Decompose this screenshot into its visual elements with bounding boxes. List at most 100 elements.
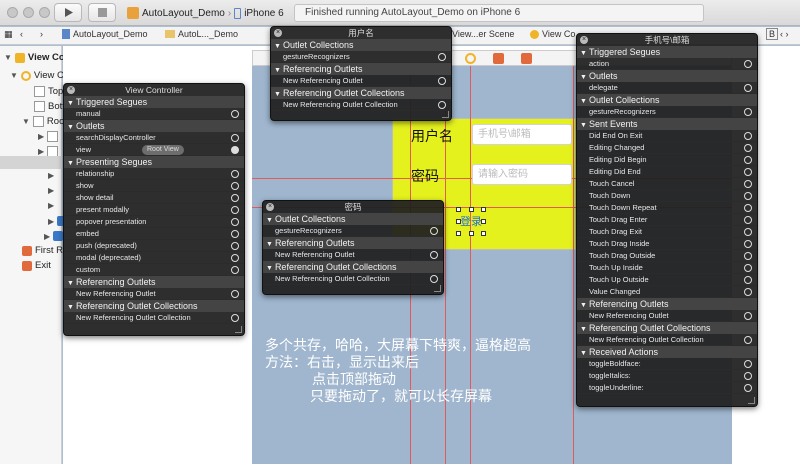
scene-dock-first-responder-icon[interactable] bbox=[493, 53, 504, 64]
connection-circle-icon[interactable] bbox=[744, 276, 752, 284]
back-arrow-icon[interactable]: ‹ bbox=[20, 29, 23, 39]
connection-row-view[interactable]: view Root View bbox=[64, 144, 244, 156]
connection-circle-icon[interactable] bbox=[744, 312, 752, 320]
connection-circle-icon[interactable] bbox=[744, 360, 752, 368]
connection-circle-icon[interactable] bbox=[231, 314, 239, 322]
section-header-sent-events[interactable]: ▼ Sent Events bbox=[577, 118, 757, 130]
scheme-selector[interactable]: AutoLayout_Demo › iPhone 6 bbox=[127, 4, 284, 22]
jumpbar-item-vc[interactable]: View Co bbox=[530, 29, 575, 39]
connection-circle-icon[interactable] bbox=[231, 182, 239, 190]
connection-row-embed[interactable]: embed bbox=[64, 228, 244, 240]
section-header-referencing-outlet-collections[interactable]: ▼ Referencing Outlet Collections bbox=[64, 300, 244, 312]
connection-row-new-referencing-outlet[interactable]: New Referencing Outlet bbox=[64, 288, 244, 300]
section-header-referencing-outlet-collections[interactable]: ▼ Referencing Outlet Collections bbox=[271, 87, 451, 99]
connection-row-touch-drag-inside[interactable]: Touch Drag Inside bbox=[577, 238, 757, 250]
section-header-referencing-outlet-collections[interactable]: ▼ Referencing Outlet Collections bbox=[263, 261, 443, 273]
panel-title-bar[interactable]: × 用户名 bbox=[271, 27, 451, 39]
connection-row-new-referencing-outlet-collection[interactable]: New Referencing Outlet Collection bbox=[577, 334, 757, 346]
resize-handle[interactable] bbox=[469, 231, 474, 236]
connection-target-pill[interactable]: Root View bbox=[142, 145, 184, 155]
connection-circle-icon[interactable] bbox=[744, 252, 752, 260]
connection-row-editing-changed[interactable]: Editing Changed bbox=[577, 142, 757, 154]
resize-handle[interactable] bbox=[469, 207, 474, 212]
connection-row-new-referencing-outlet[interactable]: New Referencing Outlet bbox=[271, 75, 451, 87]
jumpbar-item-scene[interactable]: View...er Scene bbox=[452, 29, 514, 39]
connection-row-manual[interactable]: manual bbox=[64, 108, 244, 120]
section-header-outlet-collections[interactable]: ▼ Outlet Collections bbox=[271, 39, 451, 51]
connection-row-custom[interactable]: custom bbox=[64, 264, 244, 276]
connection-circle-icon[interactable] bbox=[231, 290, 239, 298]
connection-row-popover-presentation[interactable]: popover presentation bbox=[64, 216, 244, 228]
jumpbar-item-group[interactable]: AutoL..._Demo bbox=[165, 29, 238, 39]
grid-icon[interactable]: ▦ bbox=[4, 29, 13, 40]
connection-row-touch-down[interactable]: Touch Down bbox=[577, 190, 757, 202]
resize-handle[interactable] bbox=[481, 207, 486, 212]
section-header-outlets[interactable]: ▼ Outlets bbox=[577, 70, 757, 82]
panel-title-bar[interactable]: × 密码 bbox=[263, 201, 443, 213]
connection-row-editing-did-end[interactable]: Editing Did End bbox=[577, 166, 757, 178]
connection-row-touch-down-repeat[interactable]: Touch Down Repeat bbox=[577, 202, 757, 214]
outline-selected-row[interactable] bbox=[0, 156, 62, 169]
section-header-received-actions[interactable]: ▼ Received Actions bbox=[577, 346, 757, 358]
connection-row-touch-drag-outside[interactable]: Touch Drag Outside bbox=[577, 250, 757, 262]
connection-circle-icon[interactable] bbox=[231, 230, 239, 238]
outline-first-responder[interactable]: First R bbox=[22, 245, 63, 256]
connection-circle-icon[interactable] bbox=[438, 101, 446, 109]
close-icon[interactable]: × bbox=[274, 29, 282, 37]
connection-row-relationship[interactable]: relationship bbox=[64, 168, 244, 180]
outline-constraints[interactable]: ▶ bbox=[44, 231, 64, 241]
jumpbar-item-project[interactable]: AutoLayout_Demo bbox=[62, 29, 148, 39]
outline-child-5[interactable]: ▶ bbox=[48, 201, 54, 210]
section-header-referencing-outlets[interactable]: ▼ Referencing Outlets bbox=[271, 63, 451, 75]
connection-row-touch-drag-enter[interactable]: Touch Drag Enter bbox=[577, 214, 757, 226]
resize-grip-icon[interactable] bbox=[235, 326, 242, 333]
connection-row-did-end-on-exit[interactable]: Did End On Exit bbox=[577, 130, 757, 142]
resize-handle[interactable] bbox=[456, 219, 461, 224]
connection-circle-icon[interactable] bbox=[231, 266, 239, 274]
connection-circle-icon[interactable] bbox=[744, 336, 752, 344]
connection-circle-icon[interactable] bbox=[744, 180, 752, 188]
outline-exit[interactable]: Exit bbox=[22, 260, 51, 271]
scene-dock-vc-icon[interactable] bbox=[465, 53, 476, 64]
connection-circle-icon[interactable] bbox=[430, 251, 438, 259]
section-header-referencing-outlets[interactable]: ▼ Referencing Outlets bbox=[263, 237, 443, 249]
connection-filled-circle-icon[interactable] bbox=[231, 146, 239, 154]
connection-circle-icon[interactable] bbox=[744, 228, 752, 236]
connection-row-new-referencing-outlet-collection[interactable]: New Referencing Outlet Collection bbox=[271, 99, 451, 111]
connection-row-toggleitalics[interactable]: toggleItalics: bbox=[577, 370, 757, 382]
assistant-button[interactable]: B bbox=[766, 28, 779, 40]
connection-circle-icon[interactable] bbox=[744, 84, 752, 92]
section-header-referencing-outlet-collections[interactable]: ▼ Referencing Outlet Collections bbox=[577, 322, 757, 334]
connections-panel-phone-field[interactable]: × 手机号\邮箱 ▼ Triggered Segues action ▼ Outlets de… bbox=[576, 33, 758, 407]
connection-circle-icon[interactable] bbox=[744, 156, 752, 164]
close-icon[interactable]: × bbox=[67, 86, 75, 94]
close-icon[interactable]: × bbox=[580, 36, 588, 44]
resize-handle[interactable] bbox=[481, 219, 486, 224]
resize-grip-icon[interactable] bbox=[442, 111, 449, 118]
connection-row-push-deprecated[interactable]: push (deprecated) bbox=[64, 240, 244, 252]
forward-arrow-icon[interactable]: › bbox=[40, 29, 43, 39]
connection-row-touch-cancel[interactable]: Touch Cancel bbox=[577, 178, 757, 190]
connection-circle-icon[interactable] bbox=[231, 218, 239, 226]
connection-circle-icon[interactable] bbox=[231, 206, 239, 214]
jumpbar-nav-arrows[interactable]: ‹ › bbox=[780, 29, 789, 39]
connection-row-gesturerecognizers[interactable]: gestureRecognizers bbox=[577, 106, 757, 118]
close-window-icon[interactable] bbox=[7, 7, 18, 18]
panel-title-bar[interactable]: × View Controller bbox=[64, 84, 244, 96]
resize-handle[interactable] bbox=[456, 231, 461, 236]
connection-row-show[interactable]: show bbox=[64, 180, 244, 192]
connection-row-modal-deprecated[interactable]: modal (deprecated) bbox=[64, 252, 244, 264]
connection-row-value-changed[interactable]: Value Changed bbox=[577, 286, 757, 298]
connection-circle-icon[interactable] bbox=[744, 240, 752, 248]
username-field[interactable]: 手机号\邮箱 bbox=[472, 124, 572, 145]
section-header-triggered-segues[interactable]: ▼ Triggered Segues bbox=[64, 96, 244, 108]
connection-row-new-referencing-outlet-collection[interactable]: New Referencing Outlet Collection bbox=[64, 312, 244, 324]
connection-row-new-referencing-outlet[interactable]: New Referencing Outlet bbox=[263, 249, 443, 261]
connection-circle-icon[interactable] bbox=[231, 134, 239, 142]
password-field[interactable]: 请输入密码 bbox=[472, 164, 572, 185]
connection-circle-icon[interactable] bbox=[438, 77, 446, 85]
section-header-presenting-segues[interactable]: ▼ Presenting Segues bbox=[64, 156, 244, 168]
connection-circle-icon[interactable] bbox=[231, 242, 239, 250]
minimize-window-icon[interactable] bbox=[23, 7, 34, 18]
section-header-referencing-outlets[interactable]: ▼ Referencing Outlets bbox=[64, 276, 244, 288]
